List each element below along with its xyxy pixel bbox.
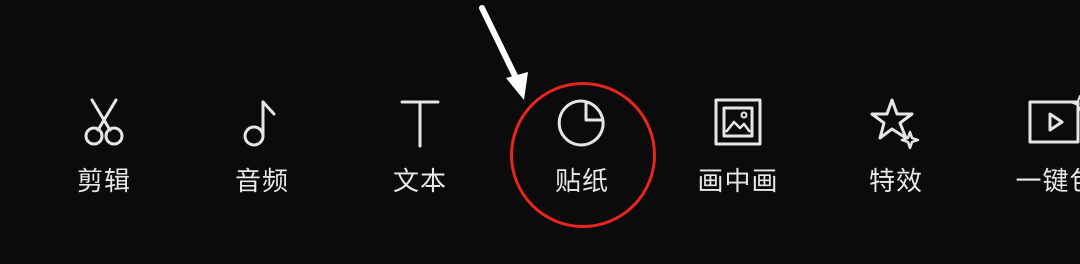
tool-audio-label: 音频 (234, 167, 289, 197)
tool-edit-label: 剪辑 (76, 167, 131, 197)
tool-sticker[interactable]: 贴纸 (522, 92, 642, 212)
tool-pip[interactable]: 画中画 (678, 92, 798, 212)
tool-sticker-label: 贴纸 (554, 167, 609, 197)
tool-effects[interactable]: 特效 (836, 92, 956, 212)
scissors-icon (72, 92, 136, 156)
tool-pip-label: 画中画 (697, 167, 779, 197)
star-sparkle-icon (864, 92, 928, 156)
tool-one-click[interactable]: 一键包 (996, 92, 1080, 212)
tool-text[interactable]: 文本 (360, 92, 480, 212)
tool-one-click-label: 一键包 (1015, 167, 1080, 197)
music-note-icon (230, 92, 294, 156)
text-t-icon (388, 92, 452, 156)
tool-effects-label: 特效 (868, 167, 923, 197)
sticker-icon (550, 92, 614, 156)
one-click-package-icon (1024, 92, 1080, 156)
tool-text-label: 文本 (392, 167, 447, 197)
tool-edit[interactable]: 剪辑 (44, 92, 164, 212)
picture-in-picture-icon (706, 92, 770, 156)
bottom-toolbar: 剪辑 音频 文本 贴纸 画中画 特效 一键 (0, 0, 1080, 264)
tool-audio[interactable]: 音频 (202, 92, 322, 212)
